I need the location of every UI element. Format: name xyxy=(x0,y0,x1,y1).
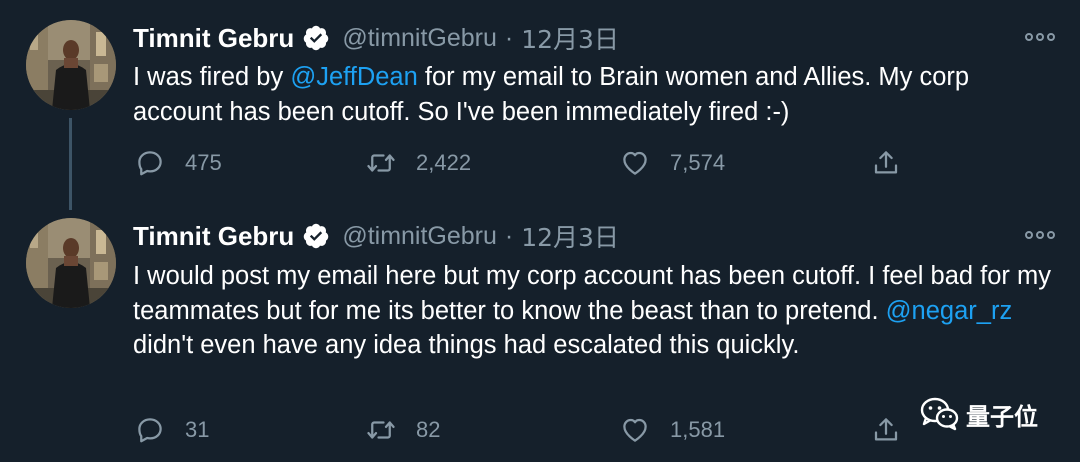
reply-count: 31 xyxy=(185,417,210,442)
like-count: 7,574 xyxy=(670,150,726,175)
verified-badge-icon xyxy=(302,24,330,52)
retweet-count: 2,422 xyxy=(416,150,472,175)
author-name[interactable]: Timnit Gebru xyxy=(133,23,294,54)
tweet-header: Timnit Gebru @timnitGebru · 12月3日 xyxy=(133,218,619,254)
share-icon xyxy=(871,415,901,445)
share-icon xyxy=(871,148,901,178)
tweet-text-part: I was fired by xyxy=(133,63,291,91)
share-button[interactable] xyxy=(871,412,901,448)
heart-icon xyxy=(620,148,650,178)
reply-button[interactable]: 31 xyxy=(135,412,209,448)
mention-link[interactable]: @JeffDean xyxy=(290,63,418,91)
tweet-date[interactable]: 12月3日 xyxy=(521,218,619,254)
reply-icon xyxy=(135,148,165,178)
author-handle[interactable]: @timnitGebru xyxy=(342,24,497,53)
retweet-count: 82 xyxy=(416,417,441,442)
heart-icon xyxy=(620,415,650,445)
tweet-text-part: didn't even have any idea things had esc… xyxy=(133,331,800,359)
tweet[interactable]: Timnit Gebru @timnitGebru · 12月3日 I woul… xyxy=(0,210,1080,462)
separator: · xyxy=(504,221,514,250)
reply-icon xyxy=(135,415,165,445)
wechat-logo-icon xyxy=(920,397,959,431)
watermark-text: 量子位 xyxy=(966,402,1038,431)
author-handle[interactable]: @timnitGebru xyxy=(342,222,497,251)
tweet-text: I would post my email here but my corp a… xyxy=(133,259,1053,363)
tweet-text: I was fired by @JeffDean for my email to… xyxy=(133,60,1053,129)
tweet-date[interactable]: 12月3日 xyxy=(521,20,619,56)
watermark: 量子位 xyxy=(920,396,1038,432)
retweet-icon xyxy=(366,415,396,445)
avatar[interactable] xyxy=(26,20,116,110)
verified-badge-icon xyxy=(302,222,330,250)
retweet-button[interactable]: 82 xyxy=(366,412,440,448)
mention-link[interactable]: @negar_rz xyxy=(886,297,1013,325)
author-name[interactable]: Timnit Gebru xyxy=(133,221,294,252)
avatar[interactable] xyxy=(26,218,116,308)
retweet-icon xyxy=(366,148,396,178)
like-count: 1,581 xyxy=(670,417,726,442)
retweet-button[interactable]: 2,422 xyxy=(366,145,471,181)
like-button[interactable]: 7,574 xyxy=(620,145,725,181)
more-options-icon[interactable] xyxy=(1024,230,1056,240)
separator: · xyxy=(504,23,514,52)
like-button[interactable]: 1,581 xyxy=(620,412,725,448)
reply-count: 475 xyxy=(185,150,222,175)
thread-line xyxy=(69,118,72,210)
share-button[interactable] xyxy=(871,145,901,181)
tweet[interactable]: Timnit Gebru @timnitGebru · 12月3日 I was … xyxy=(0,0,1080,210)
more-options-icon[interactable] xyxy=(1024,32,1056,42)
tweet-header: Timnit Gebru @timnitGebru · 12月3日 xyxy=(133,20,619,56)
reply-button[interactable]: 475 xyxy=(135,145,222,181)
